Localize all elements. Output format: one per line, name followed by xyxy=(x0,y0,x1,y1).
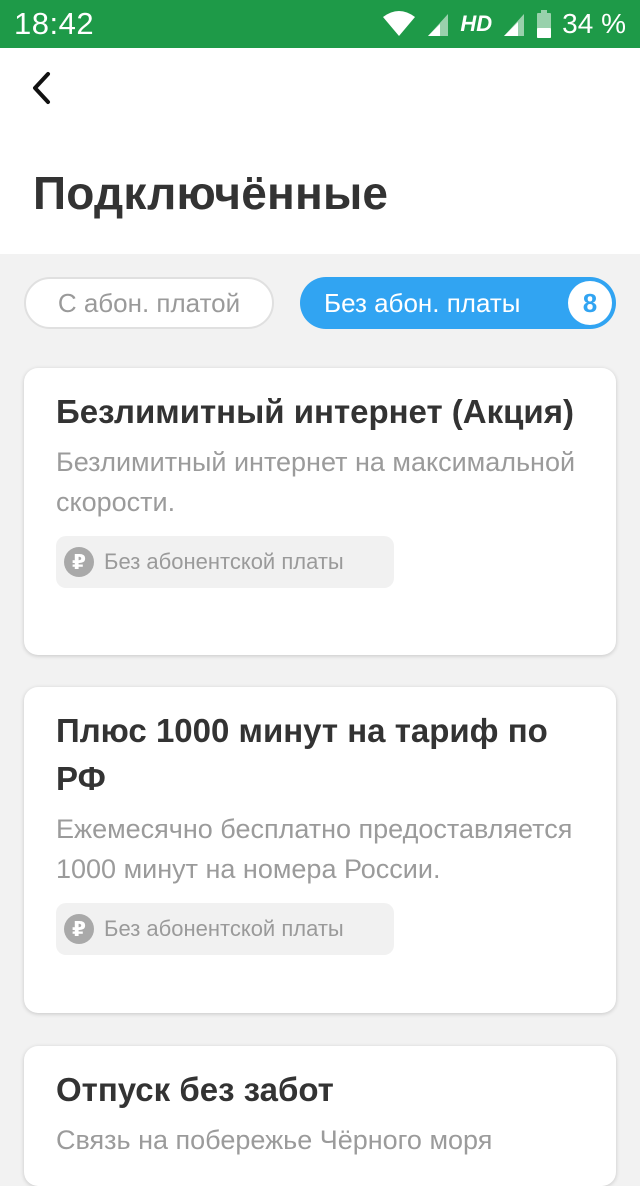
battery-icon xyxy=(536,10,552,38)
back-button[interactable] xyxy=(20,68,64,112)
signal-icon xyxy=(426,11,450,37)
fee-badge-label: Без абонентской платы xyxy=(104,916,344,941)
ruble-icon: ₽ xyxy=(64,547,94,577)
chevron-left-icon xyxy=(30,71,54,110)
card-title: Безлимитный интернет (Акция) xyxy=(56,393,574,430)
page-title: Подключённые xyxy=(33,167,389,219)
status-time: 18:42 xyxy=(14,6,95,41)
battery-level: 34 % xyxy=(562,8,626,39)
filter-without-fee[interactable]: Без абон. платы 8 xyxy=(300,277,616,329)
wifi-icon xyxy=(382,11,416,37)
filter-with-fee-label: С абон. платой xyxy=(57,287,241,318)
filter-chips: С абон. платой Без абон. платы 8 xyxy=(24,277,616,329)
service-card[interactable]: Безлимитный интернет (Акция) Безлимитный… xyxy=(24,368,616,655)
filter-with-fee[interactable]: С абон. платой xyxy=(24,277,274,329)
card-title: Отпуск без забот xyxy=(56,1071,334,1108)
header: Подключённые xyxy=(0,48,640,254)
filter-without-fee-label: Без абон. платы xyxy=(324,287,521,318)
fee-badge: ₽ Без абонентской платы xyxy=(56,903,394,955)
network-type: HD xyxy=(460,11,493,36)
status-icons: HD 34 % xyxy=(382,8,626,40)
fee-badge-label: Без абонентской платы xyxy=(104,549,344,574)
card-title: Плюс 1000 минут на тариф по РФ xyxy=(56,712,548,797)
card-description: Ежемесячно бесплатно предоставляется 100… xyxy=(56,814,573,884)
service-card[interactable]: Плюс 1000 минут на тариф по РФ Ежемесячн… xyxy=(24,687,616,1013)
fee-badge: ₽ Без абонентской платы xyxy=(56,536,394,588)
card-description: Безлимитный интернет на максимальной ско… xyxy=(56,447,576,517)
card-description: Связь на побережье Чёрного моря xyxy=(56,1125,493,1155)
status-bar: 18:42 HD 34 % xyxy=(0,0,640,48)
signal-icon xyxy=(502,11,526,37)
ruble-icon: ₽ xyxy=(64,914,94,944)
count-badge: 8 xyxy=(568,281,612,325)
service-card[interactable]: Отпуск без забот Связь на побережье Чёрн… xyxy=(24,1046,616,1186)
